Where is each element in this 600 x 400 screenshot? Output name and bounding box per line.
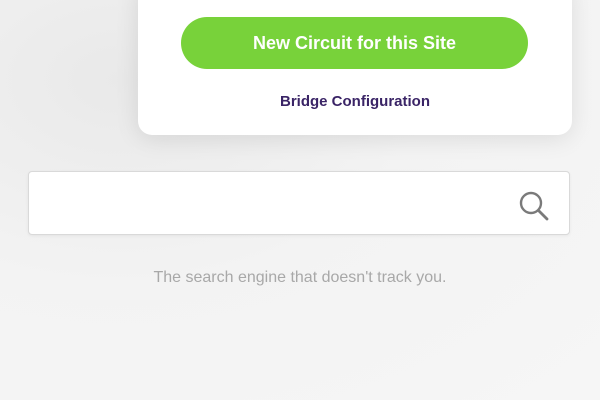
search-input[interactable] bbox=[45, 188, 509, 222]
tor-circuit-popup: New Circuit for this Site Bridge Configu… bbox=[138, 0, 572, 135]
new-circuit-button[interactable]: New Circuit for this Site bbox=[181, 17, 528, 69]
bridge-configuration-link[interactable]: Bridge Configuration bbox=[138, 93, 572, 110]
search-box[interactable] bbox=[28, 171, 570, 235]
search-icon[interactable] bbox=[517, 189, 551, 223]
tagline-text: The search engine that doesn't track you… bbox=[153, 269, 447, 286]
